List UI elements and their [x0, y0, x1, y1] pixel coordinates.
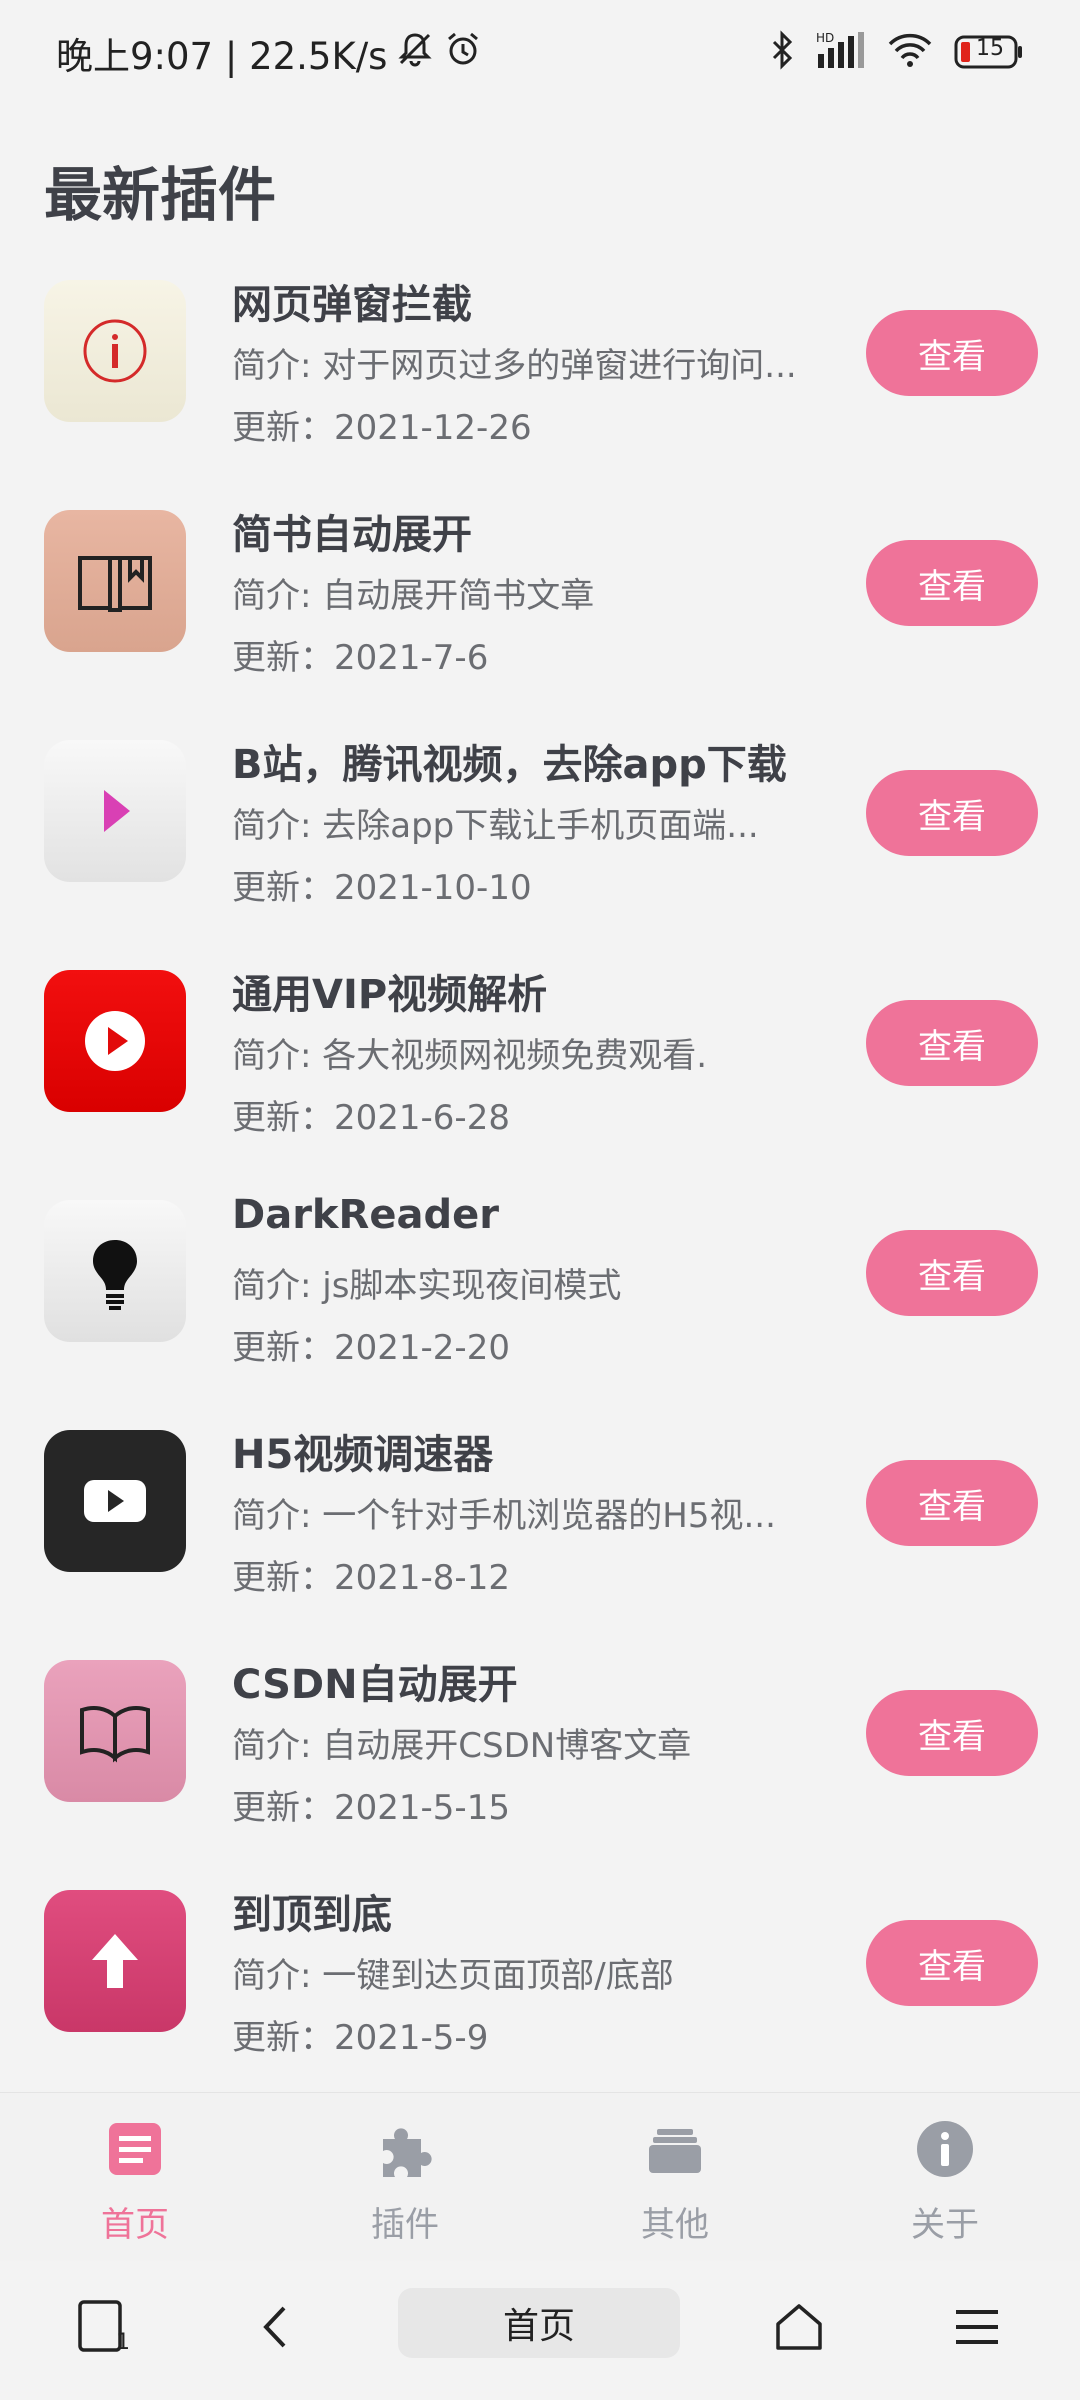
plugin-desc: 简介: 自动展开CSDN博客文章: [232, 1726, 692, 1766]
view-button[interactable]: 查看: [866, 1920, 1038, 2006]
battery-level: 15: [976, 36, 1004, 61]
lightbulb-icon: [44, 1200, 186, 1342]
menu-button[interactable]: [942, 2294, 1012, 2364]
book-bookmark-icon: [44, 510, 186, 652]
tab-label: 首页: [101, 2205, 169, 2245]
system-nav-bar: 1 首页: [0, 2262, 1080, 2400]
page-title: 最新插件: [44, 161, 277, 229]
view-button[interactable]: 查看: [866, 1000, 1038, 1086]
plugin-desc: 简介: 对于网页过多的弹窗进行询问...: [232, 346, 797, 386]
plugin-update-date: 更新：2021-5-15: [232, 1788, 510, 1828]
home-button[interactable]: [764, 2294, 834, 2364]
puzzle-icon: [373, 2117, 437, 2185]
battery-icon: 15: [954, 34, 1024, 70]
plugin-update-date: 更新：2021-12-26: [232, 408, 532, 448]
plugin-desc: 简介: 各大视频网视频免费观看.: [232, 1036, 708, 1076]
status-bar: 晚上9:07 | 22.5K/s HD 15: [0, 0, 1080, 100]
list-item: 通用VIP视频解析 简介: 各大视频网视频免费观看. 更新：2021-6-28 …: [0, 946, 1080, 1176]
plugin-desc: 简介: 自动展开简书文章: [232, 576, 595, 616]
hamburger-menu-icon: [946, 2296, 1008, 2362]
plugin-update-date: 更新：2021-10-10: [232, 868, 532, 908]
tabs-button[interactable]: 1: [68, 2294, 138, 2364]
arrow-up-icon: [44, 1890, 186, 2032]
plugin-list: 网页弹窗拦截 简介: 对于网页过多的弹窗进行询问... 更新：2021-12-2…: [0, 256, 1080, 2096]
info-icon: [44, 280, 186, 422]
signal-icon: HD: [816, 30, 866, 74]
tab-other[interactable]: 其他: [540, 2093, 810, 2261]
plugin-title: 简书自动展开: [232, 512, 472, 558]
tab-label: 插件: [371, 2205, 439, 2245]
status-right: HD 15: [770, 30, 1024, 74]
tabs-icon: 1: [72, 2296, 134, 2362]
list-item: 简书自动展开 简介: 自动展开简书文章 更新：2021-7-6 查看: [0, 486, 1080, 716]
plugin-update-date: 更新：2021-6-28: [232, 1098, 510, 1138]
plugin-update-date: 更新：2021-8-12: [232, 1558, 510, 1598]
mute-bell-icon: [395, 29, 435, 78]
bottom-tab-bar: 首页 插件 其他 关于: [0, 2092, 1080, 2261]
plugin-title: 网页弹窗拦截: [232, 282, 472, 328]
back-button[interactable]: [242, 2294, 312, 2364]
wifi-icon: [888, 30, 932, 74]
plugin-title: CSDN自动展开: [232, 1662, 518, 1708]
view-button[interactable]: 查看: [866, 310, 1038, 396]
plugin-desc: 简介: 一个针对手机浏览器的H5视...: [232, 1496, 776, 1536]
plugin-desc: 简介: 去除app下载让手机页面端...: [232, 806, 759, 846]
plugin-update-date: 更新：2021-5-9: [232, 2018, 489, 2058]
play-triangle-icon: [44, 740, 186, 882]
list-item: 到顶到底 简介: 一键到达页面顶部/底部 更新：2021-5-9 查看: [0, 1866, 1080, 2096]
view-button[interactable]: 查看: [866, 770, 1038, 856]
tab-home[interactable]: 首页: [0, 2093, 270, 2261]
current-page-pill[interactable]: 首页: [398, 2288, 680, 2358]
status-time-speed: 晚上9:07 | 22.5K/s: [56, 35, 388, 78]
plugin-title: 到顶到底: [232, 1892, 392, 1938]
plugin-desc: 简介: js脚本实现夜间模式: [232, 1266, 622, 1306]
list-item: 网页弹窗拦截 简介: 对于网页过多的弹窗进行询问... 更新：2021-12-2…: [0, 256, 1080, 486]
tab-plugins[interactable]: 插件: [270, 2093, 540, 2261]
chevron-left-icon: [246, 2296, 308, 2362]
info-circle-icon: [913, 2117, 977, 2185]
open-book-icon: [44, 1660, 186, 1802]
plugin-title: 通用VIP视频解析: [232, 972, 548, 1018]
house-icon: [768, 2296, 830, 2362]
alarm-icon: [443, 29, 483, 78]
home-doc-icon: [103, 2117, 167, 2185]
list-item: CSDN自动展开 简介: 自动展开CSDN博客文章 更新：2021-5-15 查…: [0, 1636, 1080, 1866]
view-button[interactable]: 查看: [866, 1230, 1038, 1316]
tab-label: 其他: [641, 2205, 709, 2245]
tab-label: 关于: [911, 2205, 979, 2245]
plugin-update-date: 更新：2021-2-20: [232, 1328, 510, 1368]
plugin-update-date: 更新：2021-7-6: [232, 638, 489, 678]
bluetooth-icon: [770, 30, 794, 74]
view-button[interactable]: 查看: [866, 1690, 1038, 1776]
folder-icon: [643, 2117, 707, 2185]
view-button[interactable]: 查看: [866, 540, 1038, 626]
tab-about[interactable]: 关于: [810, 2093, 1080, 2261]
plugin-title: H5视频调速器: [232, 1432, 494, 1478]
plugin-title: B站，腾讯视频，去除app下载: [232, 742, 787, 788]
hd-label: HD: [816, 31, 834, 45]
view-button[interactable]: 查看: [866, 1460, 1038, 1546]
video-play-icon: [44, 1430, 186, 1572]
list-item: B站，腾讯视频，去除app下载 简介: 去除app下载让手机页面端... 更新：…: [0, 716, 1080, 946]
list-item: H5视频调速器 简介: 一个针对手机浏览器的H5视... 更新：2021-8-1…: [0, 1406, 1080, 1636]
plugin-title: DarkReader: [232, 1192, 499, 1238]
status-left: 晚上9:07 | 22.5K/s: [56, 26, 483, 80]
tabs-count: 1: [116, 2330, 130, 2355]
play-circle-icon: [44, 970, 186, 1112]
list-item: DarkReader 简介: js脚本实现夜间模式 更新：2021-2-20 查…: [0, 1176, 1080, 1406]
plugin-desc: 简介: 一键到达页面顶部/底部: [232, 1956, 674, 1996]
